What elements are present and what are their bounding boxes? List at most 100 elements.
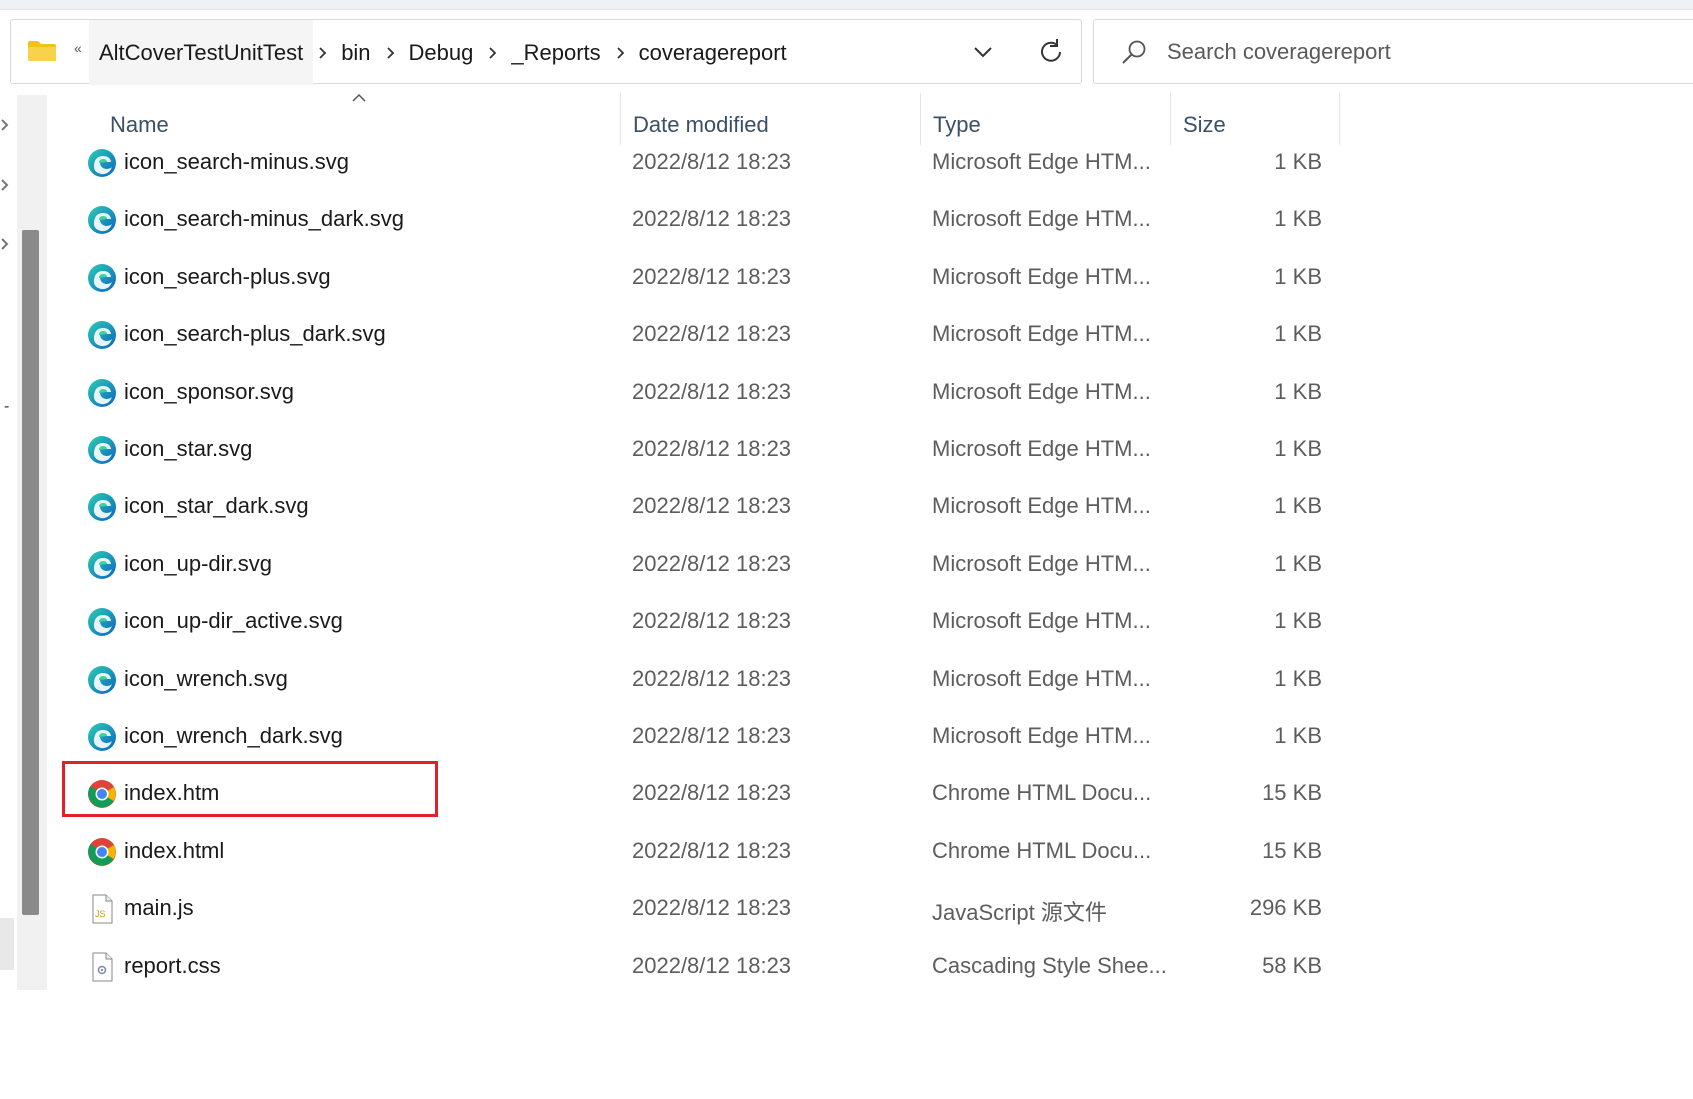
edge-icon	[86, 262, 118, 294]
file-row[interactable]: icon_search-plus_dark.svg 2022/8/12 18:23…	[50, 307, 1340, 364]
file-date-modified: 2022/8/12 18:23	[632, 723, 792, 748]
file-size: 58 KB	[1262, 952, 1322, 978]
edge-icon	[86, 377, 118, 409]
edge-icon	[86, 204, 118, 236]
file-row[interactable]: icon_search-minus_dark.svg 2022/8/12 18:2…	[50, 192, 1340, 249]
file-row[interactable]: icon_wrench_dark.svg 2022/8/12 18:23 Micro…	[50, 709, 1340, 766]
file-row[interactable]: icon_search-minus.svg 2022/8/12 18:23 Micr…	[50, 135, 1340, 192]
expand-chevron-icon[interactable]	[0, 237, 10, 251]
file-size: 15 KB	[1262, 837, 1322, 863]
file-size: 1 KB	[1274, 608, 1322, 634]
file-size: 15 KB	[1262, 780, 1322, 806]
file-name: icon_star.svg	[124, 436, 253, 461]
file-type: Microsoft Edge HTM...	[932, 723, 1151, 748]
expand-chevron-icon[interactable]	[0, 178, 10, 192]
highlight-annotation-box	[62, 761, 438, 817]
breadcrumb-chevron-icon[interactable]	[483, 46, 501, 60]
file-row[interactable]: report.css 2022/8/12 18:23 Cascading Style…	[50, 939, 1340, 996]
file-size: 1 KB	[1274, 550, 1322, 576]
nav-scrollbar-thumb[interactable]	[22, 230, 39, 915]
file-date-modified: 2022/8/12 18:23	[632, 378, 792, 404]
file-row[interactable]: icon_up-dir.svg 2022/8/12 18:23 Microsoft …	[50, 537, 1340, 594]
file-name: report.css	[124, 952, 221, 978]
file-type: JavaScript 源文件	[932, 900, 1107, 926]
folder-icon	[28, 41, 56, 61]
file-size: 1 KB	[1274, 493, 1322, 519]
search-box[interactable]	[1093, 19, 1693, 84]
file-type: Microsoft Edge HTM...	[932, 206, 1151, 232]
file-row[interactable]: icon_wrench.svg 2022/8/12 18:23 Microsoft …	[50, 652, 1340, 709]
file-name: icon_star_dark.svg	[124, 493, 309, 519]
file-name: icon_search-plus.svg	[124, 263, 331, 289]
file-date-modified: 2022/8/12 18:23	[632, 837, 792, 863]
breadcrumb-chevron-icon[interactable]	[313, 46, 331, 60]
file-date-modified: 2022/8/12 18:23	[632, 550, 792, 576]
refresh-icon[interactable]	[1033, 34, 1069, 70]
file-type: Microsoft Edge HTM...	[932, 608, 1151, 634]
breadcrumb-chevron-icon[interactable]	[611, 46, 629, 60]
css-file-icon	[86, 951, 118, 983]
breadcrumb-item-debug[interactable]: Debug	[399, 20, 484, 85]
file-type: Microsoft Edge HTM...	[932, 436, 1151, 461]
file-type: Cascading Style Shee...	[932, 952, 1167, 978]
edge-icon	[86, 549, 118, 581]
breadcrumb-item-bin[interactable]: bin	[331, 20, 380, 85]
file-name: icon_wrench_dark.svg	[124, 723, 343, 748]
file-type: Microsoft Edge HTM...	[932, 149, 1151, 174]
edge-icon	[86, 664, 118, 696]
file-date-modified: 2022/8/12 18:23	[632, 206, 792, 232]
file-row[interactable]: JS main.js 2022/8/12 18:23 JavaScript 源文件 29…	[50, 881, 1340, 938]
file-size: 1 KB	[1274, 378, 1322, 404]
file-type: Microsoft Edge HTM...	[932, 263, 1151, 289]
file-date-modified: 2022/8/12 18:23	[632, 952, 792, 978]
chrome-icon	[86, 836, 118, 868]
file-size: 1 KB	[1274, 321, 1322, 347]
file-name: icon_search-plus_dark.svg	[124, 321, 386, 347]
edge-icon	[86, 147, 118, 179]
file-size: 1 KB	[1274, 436, 1322, 461]
collapse-icon[interactable]: -	[4, 398, 9, 416]
file-row[interactable]: icon_sponsor.svg 2022/8/12 18:23 Microsoft…	[50, 365, 1340, 422]
file-row[interactable]: icon_search-plus.svg 2022/8/12 18:23 Micro…	[50, 250, 1340, 307]
navigation-pane: -	[0, 90, 48, 990]
file-size: 1 KB	[1274, 149, 1322, 174]
breadcrumb-item-coveragereport[interactable]: coveragereport	[629, 20, 797, 85]
file-name: icon_search-minus.svg	[124, 149, 349, 174]
breadcrumb-item-reports[interactable]: _Reports	[501, 20, 610, 85]
window-top-strip	[0, 0, 1693, 10]
breadcrumb-chevron-icon[interactable]	[381, 46, 399, 60]
file-date-modified: 2022/8/12 18:23	[632, 608, 792, 634]
edge-icon	[86, 721, 118, 753]
file-date-modified: 2022/8/12 18:23	[632, 436, 792, 461]
search-input[interactable]	[1167, 34, 1687, 70]
file-type: Microsoft Edge HTM...	[932, 321, 1151, 347]
file-type: Microsoft Edge HTM...	[932, 665, 1151, 691]
file-row[interactable]: icon_star_dark.svg 2022/8/12 18:23 Microso…	[50, 479, 1340, 536]
file-row[interactable]: icon_star.svg 2022/8/12 18:23 Microsoft Ed…	[50, 422, 1340, 479]
file-size: 296 KB	[1249, 895, 1322, 921]
file-type: Chrome HTML Docu...	[932, 837, 1152, 863]
expand-chevron-icon[interactable]	[0, 118, 10, 132]
file-type: Chrome HTML Docu...	[932, 780, 1152, 806]
search-icon	[1122, 40, 1146, 64]
breadcrumb-item-altcovertestunittest[interactable]: AltCoverTestUnitTest	[89, 20, 314, 85]
file-date-modified: 2022/8/12 18:23	[632, 263, 792, 289]
file-name: main.js	[124, 895, 194, 921]
file-name: icon_up-dir.svg	[124, 550, 272, 576]
nav-pane-edge	[0, 918, 14, 970]
file-date-modified: 2022/8/12 18:23	[632, 780, 792, 806]
chevron-down-icon[interactable]	[966, 37, 1000, 67]
file-name: index.html	[124, 837, 225, 863]
file-date-modified: 2022/8/12 18:23	[632, 149, 792, 174]
file-row[interactable]: icon_up-dir_active.svg 2022/8/12 18:23 Mic…	[50, 594, 1340, 651]
edge-icon	[86, 606, 118, 638]
file-name: icon_wrench.svg	[124, 665, 288, 691]
file-name: icon_up-dir_active.svg	[124, 608, 343, 634]
address-bar[interactable]: « AltCoverTestUnitTest bin Debug _Report…	[10, 19, 1082, 85]
breadcrumb-overflow-button[interactable]: «	[74, 40, 82, 56]
file-size: 1 KB	[1274, 206, 1322, 232]
file-date-modified: 2022/8/12 18:23	[632, 895, 792, 921]
file-row[interactable]: index.html 2022/8/12 18:23 Chrome HTML Doc…	[50, 824, 1340, 881]
file-type: Microsoft Edge HTM...	[932, 550, 1151, 576]
file-date-modified: 2022/8/12 18:23	[632, 665, 792, 691]
